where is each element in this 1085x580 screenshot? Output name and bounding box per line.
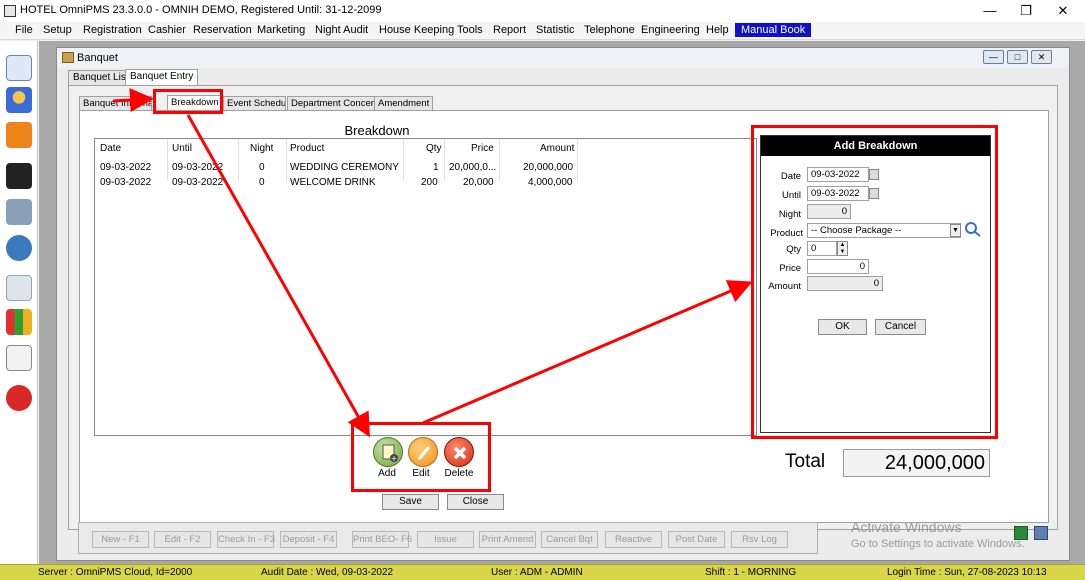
- check-in-button[interactable]: Check In - F3: [217, 531, 275, 548]
- status-bar: Server : OmniPMS Cloud, Id=2000 Audit Da…: [0, 564, 1085, 580]
- annotation-box-actions: [351, 422, 491, 492]
- app-icon: [4, 5, 16, 17]
- cell-amount: 20,000,000: [523, 162, 574, 173]
- tab-banquet-information[interactable]: Banquet Informatic: [79, 96, 152, 111]
- menu-report[interactable]: Report: [493, 24, 526, 36]
- menu-setup[interactable]: Setup: [43, 24, 72, 36]
- banquet-window-title: Banquet: [77, 52, 118, 64]
- status-login-time: Login Time : Sun, 27-08-2023 10:13: [887, 567, 1047, 578]
- reactive-button[interactable]: Reactive: [605, 531, 662, 548]
- menu-engineering[interactable]: Engineering: [641, 24, 700, 36]
- sidebar-report-icon[interactable]: [6, 345, 32, 371]
- col-night[interactable]: Night: [250, 143, 273, 154]
- deposit-button[interactable]: Deposit - F4: [280, 531, 337, 548]
- breakdown-title: Breakdown: [344, 123, 410, 138]
- new-button[interactable]: New - F1: [92, 531, 149, 548]
- tab-banquet-entry[interactable]: Banquet Entry: [125, 69, 199, 86]
- cell-date: 09-03-2022: [100, 177, 152, 188]
- window-minimize-button[interactable]: —: [983, 50, 1004, 64]
- menu-bar: File Setup Registration Cashier Reservat…: [0, 22, 1085, 40]
- sidebar-rooms-icon[interactable]: [6, 235, 32, 261]
- post-date-button[interactable]: Post Date: [668, 531, 725, 548]
- tab-department-concern[interactable]: Department Concern: [287, 96, 384, 111]
- col-amount[interactable]: Amount: [540, 143, 574, 154]
- status-user: User : ADM - ADMIN: [491, 567, 583, 578]
- total-label: Total: [785, 451, 826, 472]
- banquet-window-caption: Banquet — □ ✕: [57, 48, 1069, 68]
- sidebar-chart-icon[interactable]: [6, 309, 32, 335]
- col-qty[interactable]: Qty: [426, 143, 442, 154]
- minimize-icon[interactable]: —: [972, 0, 1008, 22]
- breakdown-grid: Date Until Night Product Qty Price Amoun…: [94, 138, 757, 436]
- menu-tools[interactable]: Tools: [457, 24, 483, 36]
- tab-event-schedule[interactable]: Event Schedule: [223, 96, 286, 111]
- sidebar-database-icon[interactable]: [6, 199, 32, 225]
- sidebar-calendar-icon[interactable]: [6, 163, 32, 189]
- cell-amount: 4,000,000: [528, 177, 573, 188]
- close-icon[interactable]: ✕: [1045, 0, 1081, 22]
- menu-reservation[interactable]: Reservation: [193, 24, 252, 36]
- rsv-log-button[interactable]: Rsv Log: [731, 531, 788, 548]
- sidebar-power-icon[interactable]: [6, 385, 32, 411]
- status-server: Server : OmniPMS Cloud, Id=2000: [38, 567, 193, 578]
- sidebar-registration-icon[interactable]: [6, 55, 32, 81]
- col-product[interactable]: Product: [290, 143, 324, 154]
- cancel-bqt-button[interactable]: Cancel Bqt: [541, 531, 598, 548]
- total-value: 24,000,000: [843, 449, 990, 477]
- annotation-box-breakdown-tab: [153, 89, 223, 114]
- cell-qty: 200: [421, 177, 438, 188]
- cell-until: 09-03-2022: [172, 177, 224, 188]
- cell-product: WELCOME DRINK: [290, 177, 376, 188]
- bottom-toolbar: New - F1 Edit - F2 Check In - F3 Deposit…: [78, 522, 818, 554]
- print-beo-button[interactable]: Print BEO- F6: [352, 531, 412, 548]
- network-icon[interactable]: [1034, 526, 1048, 540]
- window-title: HOTEL OmniPMS 23.3.0.0 - OMNIH DEMO, Reg…: [20, 4, 382, 16]
- maximize-icon[interactable]: ❐: [1008, 0, 1044, 22]
- window-restore-button[interactable]: □: [1007, 50, 1028, 64]
- sidebar-map-icon[interactable]: [6, 122, 32, 148]
- window-close-button[interactable]: ✕: [1031, 50, 1052, 64]
- menu-cashier[interactable]: Cashier: [148, 24, 186, 36]
- menu-house-keeping[interactable]: House Keeping: [379, 24, 454, 36]
- activate-windows-subtitle: Go to Settings to activate Windows.: [851, 538, 1025, 550]
- cell-price: 20,000: [463, 177, 494, 188]
- status-audit-date: Audit Date : Wed, 09-03-2022: [261, 567, 394, 578]
- cell-night: 0: [259, 162, 265, 173]
- issue-button[interactable]: Issue: [417, 531, 474, 548]
- cell-qty: 1: [433, 162, 439, 173]
- col-date[interactable]: Date: [100, 143, 121, 154]
- menu-file[interactable]: File: [15, 24, 33, 36]
- tab-amendment[interactable]: Amendment: [374, 96, 434, 111]
- edit-toolbar-button[interactable]: Edit - F2: [154, 531, 211, 548]
- sidebar-guest-icon[interactable]: [6, 87, 32, 113]
- cell-date: 09-03-2022: [100, 162, 152, 173]
- sidebar-cart-icon[interactable]: [6, 275, 32, 301]
- col-until[interactable]: Until: [172, 143, 192, 154]
- cell-night: 0: [259, 177, 265, 188]
- menu-statistic[interactable]: Statistic: [536, 24, 575, 36]
- menu-marketing[interactable]: Marketing: [257, 24, 305, 36]
- print-amend-button[interactable]: Print Amend: [479, 531, 536, 548]
- cell-price: 20,000,0...: [449, 162, 497, 173]
- menu-registration[interactable]: Registration: [83, 24, 142, 36]
- excel-icon[interactable]: [1014, 526, 1028, 540]
- activate-windows-title: Activate Windows: [851, 519, 962, 535]
- status-shift: Shift : 1 - MORNING: [705, 567, 797, 578]
- tab-banquet-list[interactable]: Banquet List: [68, 70, 134, 86]
- menu-telephone[interactable]: Telephone: [584, 24, 635, 36]
- cell-until: 09-03-2022: [172, 162, 224, 173]
- menu-manual-book[interactable]: Manual Book: [735, 23, 812, 37]
- menu-night-audit[interactable]: Night Audit: [315, 24, 368, 36]
- col-price[interactable]: Price: [471, 143, 494, 154]
- sidebar: [0, 41, 38, 564]
- annotation-box-dialog: [751, 125, 998, 439]
- banquet-icon: [62, 52, 74, 63]
- close-button[interactable]: Close: [447, 494, 504, 510]
- save-button[interactable]: Save: [382, 494, 439, 510]
- cell-product: WEDDING CEREMONY: [290, 162, 399, 173]
- title-bar: HOTEL OmniPMS 23.3.0.0 - OMNIH DEMO, Reg…: [0, 0, 1085, 22]
- menu-help[interactable]: Help: [706, 24, 729, 36]
